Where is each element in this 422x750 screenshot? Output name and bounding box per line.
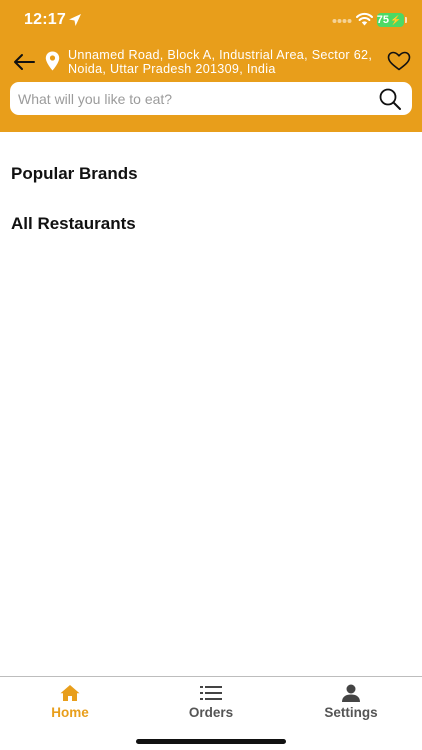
battery-cap: [405, 17, 407, 23]
delivery-address[interactable]: Unnamed Road, Block A, Industrial Area, …: [68, 48, 378, 76]
list-icon: [200, 686, 222, 700]
app-screen: 12:17 75 ⚡ Unnamed Road, Block A, Indust…: [0, 0, 422, 750]
all-restaurants-heading: All Restaurants: [11, 214, 136, 233]
tab-settings[interactable]: Settings: [281, 677, 421, 727]
home-indicator: [136, 739, 286, 744]
battery-level: 75: [376, 14, 390, 26]
signal-icon: [332, 19, 352, 23]
search-bar: [10, 82, 412, 115]
popular-brands-heading: Popular Brands: [11, 164, 138, 183]
location-arrow-icon: [69, 14, 81, 26]
wifi-icon: [356, 12, 373, 26]
battery-charging-icon: 75 ⚡: [377, 13, 404, 27]
home-icon: [60, 685, 80, 701]
tab-orders[interactable]: Orders: [141, 677, 281, 727]
search-input[interactable]: [18, 82, 368, 115]
tab-home-label: Home: [51, 705, 89, 720]
tab-settings-label: Settings: [324, 705, 378, 720]
arrow-left-icon[interactable]: [12, 52, 36, 72]
header-bar: 12:17 75 ⚡ Unnamed Road, Block A, Indust…: [0, 0, 422, 132]
search-icon[interactable]: [378, 87, 402, 111]
tab-home[interactable]: Home: [0, 677, 140, 727]
status-time: 12:17: [24, 11, 66, 28]
tab-orders-label: Orders: [188, 705, 234, 720]
person-icon: [342, 684, 360, 702]
status-bar: 12:17 75 ⚡: [0, 0, 422, 40]
heart-outline-icon[interactable]: [387, 51, 411, 71]
map-pin-icon: [45, 51, 60, 71]
